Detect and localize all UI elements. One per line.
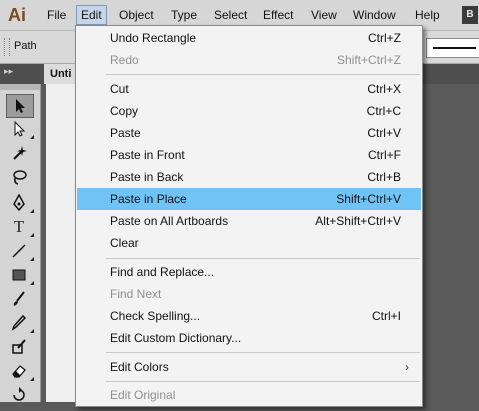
menu-window[interactable]: Window (349, 6, 400, 24)
menu-view[interactable]: View (307, 6, 341, 24)
eraser-tool-icon[interactable] (6, 360, 34, 382)
menu-effect[interactable]: Effect (259, 6, 297, 24)
menu-item-paste-in-back[interactable]: Paste in Back Ctrl+B (77, 166, 421, 188)
menu-item-edit-custom-dictionary[interactable]: Edit Custom Dictionary... (77, 327, 421, 349)
type-tool-icon[interactable]: T (6, 216, 34, 238)
menu-separator (106, 74, 420, 75)
menu-separator (106, 381, 420, 382)
menu-help[interactable]: Help (411, 6, 444, 24)
menu-file[interactable]: File (43, 6, 70, 24)
menu-item-find-next[interactable]: Find Next (77, 283, 421, 305)
rectangle-tool-icon[interactable] (6, 264, 34, 286)
magic-wand-tool-icon[interactable] (6, 142, 32, 164)
menu-item-edit-colors[interactable]: Edit Colors › (77, 356, 421, 378)
tools-panel-header[interactable] (0, 84, 40, 90)
menu-item-copy[interactable]: Copy Ctrl+C (77, 100, 421, 122)
menu-separator (106, 258, 420, 259)
blob-brush-tool-icon[interactable] (6, 336, 32, 358)
paintbrush-tool-icon[interactable] (6, 288, 32, 310)
menu-item-redo[interactable]: Redo Shift+Ctrl+Z (77, 49, 421, 71)
menu-edit[interactable]: Edit (76, 5, 107, 25)
menu-separator (106, 352, 420, 353)
menu-item-undo-rectangle[interactable]: Undo Rectangle Ctrl+Z (77, 27, 421, 49)
menu-type[interactable]: Type (167, 6, 201, 24)
submenu-arrow-icon: › (405, 360, 409, 374)
panel-grip[interactable] (4, 38, 10, 56)
menu-item-paste-on-all-artboards[interactable]: Paste on All Artboards Alt+Shift+Ctrl+V (77, 210, 421, 232)
menu-item-cut[interactable]: Cut Ctrl+X (77, 78, 421, 100)
stroke-style-dropdown[interactable] (426, 38, 479, 58)
menu-item-paste-in-front[interactable]: Paste in Front Ctrl+F (77, 144, 421, 166)
pen-tool-icon[interactable] (6, 192, 34, 214)
edit-menu-dropdown: Undo Rectangle Ctrl+Z Redo Shift+Ctrl+Z … (75, 25, 423, 407)
direct-selection-tool-icon[interactable] (6, 118, 34, 140)
menu-item-paste[interactable]: Paste Ctrl+V (77, 122, 421, 144)
rotate-tool-icon[interactable] (6, 384, 32, 406)
menu-object[interactable]: Object (115, 6, 158, 24)
menu-select[interactable]: Select (210, 6, 251, 24)
selection-tool-icon[interactable] (6, 94, 34, 118)
app-logo: Ai (8, 5, 26, 25)
menu-item-edit-original[interactable]: Edit Original (77, 384, 421, 406)
menu-item-find-and-replace[interactable]: Find and Replace... (77, 261, 421, 283)
menu-item-check-spelling[interactable]: Check Spelling... Ctrl+I (77, 305, 421, 327)
line-segment-tool-icon[interactable] (6, 240, 34, 262)
stroke-line-preview (433, 47, 476, 49)
bridge-button[interactable]: B (462, 6, 478, 24)
collapse-panel-icon[interactable]: ▸▸ (4, 66, 13, 77)
lasso-tool-icon[interactable] (6, 166, 32, 188)
selected-object-label: Path (14, 40, 37, 52)
menu-item-clear[interactable]: Clear (77, 232, 421, 254)
menu-item-paste-in-place[interactable]: Paste in Place Shift+Ctrl+V (77, 188, 421, 210)
pencil-tool-icon[interactable] (6, 312, 34, 334)
